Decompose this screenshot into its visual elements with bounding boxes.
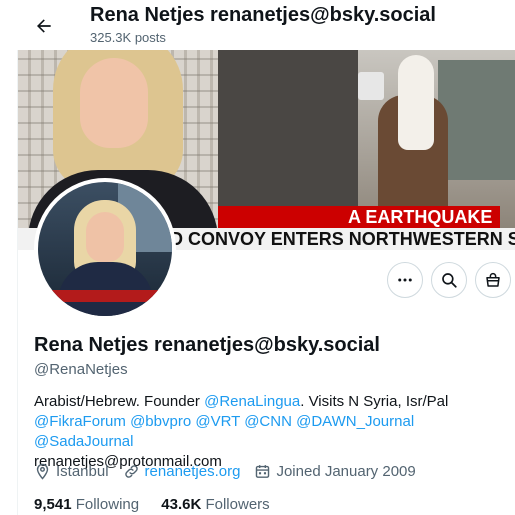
back-button[interactable] — [28, 10, 60, 42]
banner-reporter-face — [80, 58, 148, 148]
location-pin-icon — [36, 463, 49, 480]
shopping-bag-icon — [486, 272, 500, 287]
profile-bio: Arabist/Hebrew. Founder @RenaLingua. Vis… — [34, 392, 512, 472]
followers-link[interactable]: 43.6K Followers — [161, 496, 269, 513]
avatar[interactable] — [34, 178, 176, 320]
more-horizontal-icon — [398, 278, 412, 282]
following-label: Following — [75, 496, 140, 513]
bio-mention-link[interactable]: @CNN — [244, 413, 292, 430]
profile-handle: @RenaNetjes — [34, 361, 128, 378]
profile-name: Rena Netjes renanetjes@bsky.social — [34, 334, 380, 356]
bio-mention-link[interactable]: @SadaJournal — [34, 433, 133, 450]
more-button[interactable] — [387, 262, 423, 298]
banner-van — [358, 72, 384, 100]
bio-mention-link[interactable]: @DAWN_Journal — [296, 413, 414, 430]
shop-button[interactable] — [475, 262, 511, 298]
bio-mention-link[interactable]: @RenaLingua — [204, 393, 300, 410]
joined-text: Joined January 2009 — [276, 463, 416, 480]
bio-mentions-line: @FikraForum @bbvpro @VRT @CNN @DAWN_Jour… — [34, 412, 512, 452]
search-icon — [442, 273, 457, 288]
bio-text-tail: . Visits N Syria, Isr/Pal — [300, 393, 449, 410]
joined-item: Joined January 2009 — [254, 463, 416, 480]
followers-count: 43.6K — [161, 496, 202, 513]
bio-line-1: Arabist/Hebrew. Founder @RenaLingua. Vis… — [34, 392, 512, 412]
following-count: 9,541 — [34, 496, 72, 513]
avatar-caption-strip — [38, 290, 172, 302]
bio-mention-link[interactable]: @FikraForum — [34, 413, 126, 430]
search-profile-button[interactable] — [431, 262, 467, 298]
posts-count: 325.3K posts — [90, 30, 166, 45]
profile-meta: Istanbul renanetjes.org Joined January 2… — [34, 463, 430, 480]
followers-label: Followers — [205, 496, 270, 513]
banner-man-scarf — [398, 55, 434, 150]
header-title: Rena Netjes renanetjes@bsky.social — [90, 4, 436, 26]
banner-truck — [438, 60, 515, 180]
banner-ticker-top: A EARTHQUAKE — [218, 206, 501, 228]
bio-text: Arabist/Hebrew. Founder — [34, 393, 205, 410]
arrow-left-icon — [37, 19, 51, 33]
avatar-face — [86, 212, 124, 262]
location-text: Istanbul — [56, 463, 109, 480]
calendar-icon — [256, 465, 270, 478]
bio-mention-link[interactable]: @bbvpro — [130, 413, 191, 430]
website-item: renanetjes.org — [123, 463, 241, 480]
follow-stats: 9,541 Following 43.6K Followers — [34, 496, 288, 513]
website-link[interactable]: renanetjes.org — [145, 463, 241, 480]
link-icon — [124, 465, 138, 478]
location-item: Istanbul — [34, 463, 109, 480]
following-link[interactable]: 9,541 Following — [34, 496, 139, 513]
profile-header-bar: Rena Netjes renanetjes@bsky.social 325.3… — [0, 0, 515, 50]
bio-mention-link[interactable]: @VRT — [195, 413, 240, 430]
